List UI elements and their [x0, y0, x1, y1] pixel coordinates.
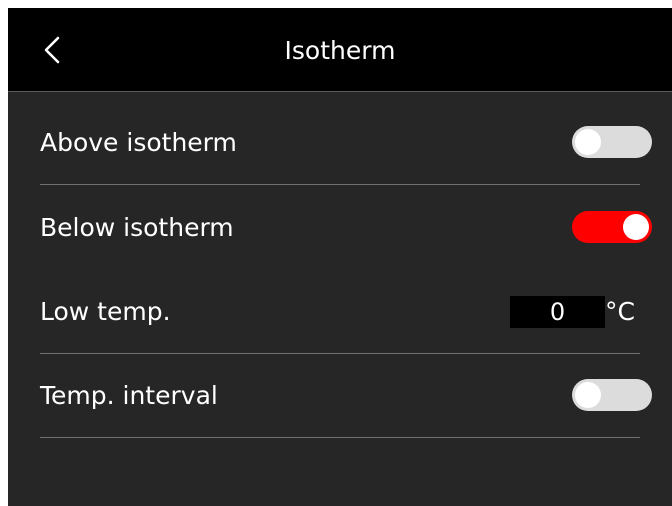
temp-unit-label: °C	[605, 297, 635, 326]
toggle-knob	[575, 382, 601, 408]
below-isotherm-label: Below isotherm	[40, 213, 234, 242]
low-temp-input[interactable]: 0	[510, 296, 605, 328]
header-bar: Isotherm	[8, 8, 672, 92]
temp-interval-label: Temp. interval	[40, 381, 218, 410]
below-isotherm-toggle[interactable]	[572, 211, 652, 243]
toggle-knob	[623, 214, 649, 240]
isotherm-screen: Isotherm Above isotherm Below isotherm L…	[8, 8, 672, 506]
low-temp-label: Low temp.	[40, 297, 171, 326]
temp-interval-toggle[interactable]	[572, 379, 652, 411]
setting-row-low-temp: Low temp. 0 °C	[40, 269, 640, 354]
setting-row-above-isotherm: Above isotherm	[40, 100, 652, 185]
setting-row-temp-interval: Temp. interval	[40, 353, 652, 438]
setting-row-below-isotherm: Below isotherm	[40, 185, 652, 269]
toggle-knob	[575, 129, 601, 155]
above-isotherm-toggle[interactable]	[572, 126, 652, 158]
page-title: Isotherm	[284, 36, 396, 65]
above-isotherm-label: Above isotherm	[40, 128, 237, 157]
